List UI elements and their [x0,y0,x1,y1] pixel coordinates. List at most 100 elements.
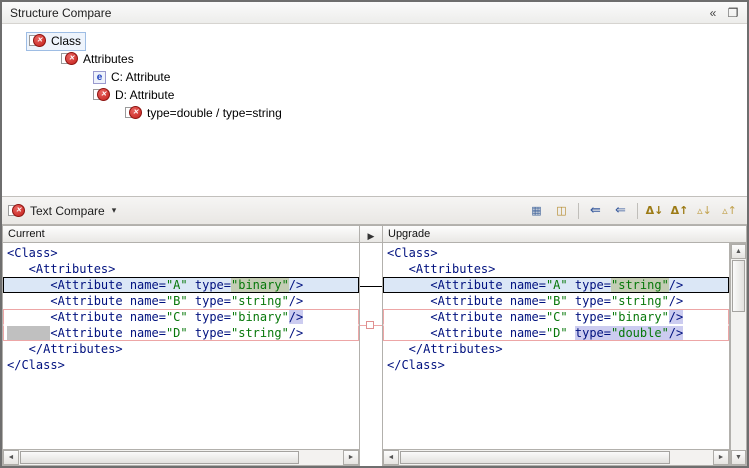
code-segment: "B" [166,294,188,308]
code-line[interactable]: <Attribute name="C" type="binary"/> [3,309,359,325]
code-segment: /> [669,278,683,292]
text-compare-menu-caret-icon[interactable]: ▾ [110,205,119,216]
tree-item: Class [2,32,747,50]
text-compare-header: Text Compare ▾ ▦◫⇚⇐Δ↓Δ↑▵↓▵↑ [2,196,747,224]
code-line[interactable]: </Attributes> [383,341,729,357]
right-horizontal-scrollbar[interactable]: ◄ ► [382,449,730,466]
code-segment: </Attributes> [387,342,503,356]
code-segment: <Attribute name= [7,310,166,324]
show-ancestor-pane-button[interactable]: ▦ [525,200,548,221]
code-line[interactable]: <Attributes> [3,261,359,277]
tree-item: D: Attribute [2,86,747,104]
code-segment: </Class> [7,358,65,372]
code-line[interactable]: <Attributes> [383,261,729,277]
gutter-header: ▶ [360,225,382,243]
next-change-button[interactable]: ▵↓ [693,200,716,221]
maximize-icon[interactable]: ❐ [723,4,743,22]
tree-item-content[interactable]: Attributes [58,50,139,69]
right-hscroll-track[interactable] [399,450,713,465]
code-segment: type= [568,294,611,308]
previous-change-button[interactable]: ▵↑ [718,200,741,221]
code-segment: "string" [231,326,289,340]
code-line[interactable]: <Attribute name="D" type="string"/> [3,325,359,341]
compare-panes: Current <Class> <Attributes> <Attribute … [2,224,747,466]
right-pane-header: Upgrade [382,225,747,243]
left-code[interactable]: <Class> <Attributes> <Attribute name="A"… [2,243,360,449]
copy-all-right-to-left-button[interactable]: ⇚ [584,200,607,221]
code-segment: "D" [166,326,188,340]
code-segment: "string" [611,294,669,308]
right-pane: Upgrade <Class> <Attributes> <Attribute … [382,225,747,466]
code-segment: <Attribute name= [7,278,166,292]
code-segment: /> [669,294,683,308]
code-segment: <Attributes> [387,262,495,276]
vscroll-thumb[interactable] [732,260,745,312]
code-segment: "binary" [231,278,289,292]
code-segment: </Class> [387,358,445,372]
left-hscroll-thumb[interactable] [20,451,299,464]
code-line[interactable]: <Attribute name="D" type="double"/> [383,325,729,341]
code-segment: </Attributes> [7,342,123,356]
code-line[interactable]: </Attributes> [3,341,359,357]
code-segment: "binary" [611,310,669,324]
scroll-right-arrow-icon[interactable]: ► [713,450,729,465]
scroll-right-arrow-icon[interactable]: ► [343,450,359,465]
text-compare-toolbar: ▦◫ ⇚⇐ Δ↓Δ↑▵↓▵↑ [525,200,741,221]
code-segment: "A" [546,278,568,292]
code-line[interactable]: </Class> [3,357,359,373]
right-vertical-scrollbar[interactable]: ▲ ▼ [730,243,747,466]
previous-difference-button[interactable]: Δ↑ [668,200,691,221]
code-line[interactable]: <Attribute name="B" type="string"/> [383,293,729,309]
next-difference-button[interactable]: Δ↓ [643,200,666,221]
tree-item-content[interactable]: Class [26,32,86,51]
minimize-icon[interactable]: « [703,4,723,22]
scroll-down-arrow-icon[interactable]: ▼ [731,450,746,465]
structure-compare-header: Structure Compare « ❐ [2,2,747,24]
left-horizontal-scrollbar[interactable]: ◄ ► [2,449,360,466]
code-line[interactable]: <Attribute name="B" type="string"/> [3,293,359,309]
left-pane-header: Current [2,225,360,243]
diff-gutter: ▶ [360,225,382,466]
swap-left-and-right-button[interactable]: ◫ [550,200,573,221]
code-segment: "binary" [231,310,289,324]
code-line[interactable]: <Attribute name="A" type="string"/> [383,277,729,293]
toolbar-separator [578,203,579,219]
code-segment [7,326,50,340]
conflict-icon [125,106,142,120]
conflict-diff-handle[interactable] [366,321,374,329]
code-segment: <Attributes> [7,262,115,276]
gutter-body [360,243,382,466]
tree-item: type=double / type=string [2,104,747,122]
code-segment: "string" [231,294,289,308]
conflict-icon [29,34,46,48]
code-segment: <Attribute name= [7,294,166,308]
tree-item-content[interactable]: D: Attribute [90,86,179,105]
tree-item-label: D: Attribute [115,88,174,102]
code-segment: "string" [611,278,669,292]
scroll-left-arrow-icon[interactable]: ◄ [3,450,19,465]
text-compare-section: Text Compare ▾ ▦◫⇚⇐Δ↓Δ↑▵↓▵↑ Current <Cla… [2,196,747,466]
code-segment: <Attribute name= [50,326,166,340]
conflict-icon [93,88,110,102]
left-hscroll-track[interactable] [19,450,343,465]
right-code[interactable]: <Class> <Attributes> <Attribute name="A"… [382,243,730,449]
code-segment: <Attribute name= [387,294,546,308]
tree-item-content[interactable]: C: Attribute [90,68,175,87]
conflict-icon [61,52,78,66]
code-segment: /> [289,278,303,292]
code-line[interactable]: </Class> [383,357,729,373]
code-line[interactable]: <Attribute name="A" type="binary"/> [3,277,359,293]
selected-diff-connector [360,286,382,287]
code-line[interactable]: <Attribute name="C" type="binary"/> [383,309,729,325]
scroll-up-arrow-icon[interactable]: ▲ [731,244,746,259]
code-line[interactable]: <Class> [3,245,359,261]
structure-tree: ClassAttributesC: AttributeD: Attribute t… [2,24,747,196]
code-line[interactable]: <Class> [383,245,729,261]
code-segment: type= [568,310,611,324]
copy-current-right-to-left-button[interactable]: ⇐ [609,200,632,221]
right-hscroll-thumb[interactable] [400,451,670,464]
scroll-left-arrow-icon[interactable]: ◄ [383,450,399,465]
vscroll-track[interactable] [731,259,746,450]
tree-item-content[interactable]: type=double / type=string [122,104,287,123]
code-segment: "D" [546,326,568,340]
